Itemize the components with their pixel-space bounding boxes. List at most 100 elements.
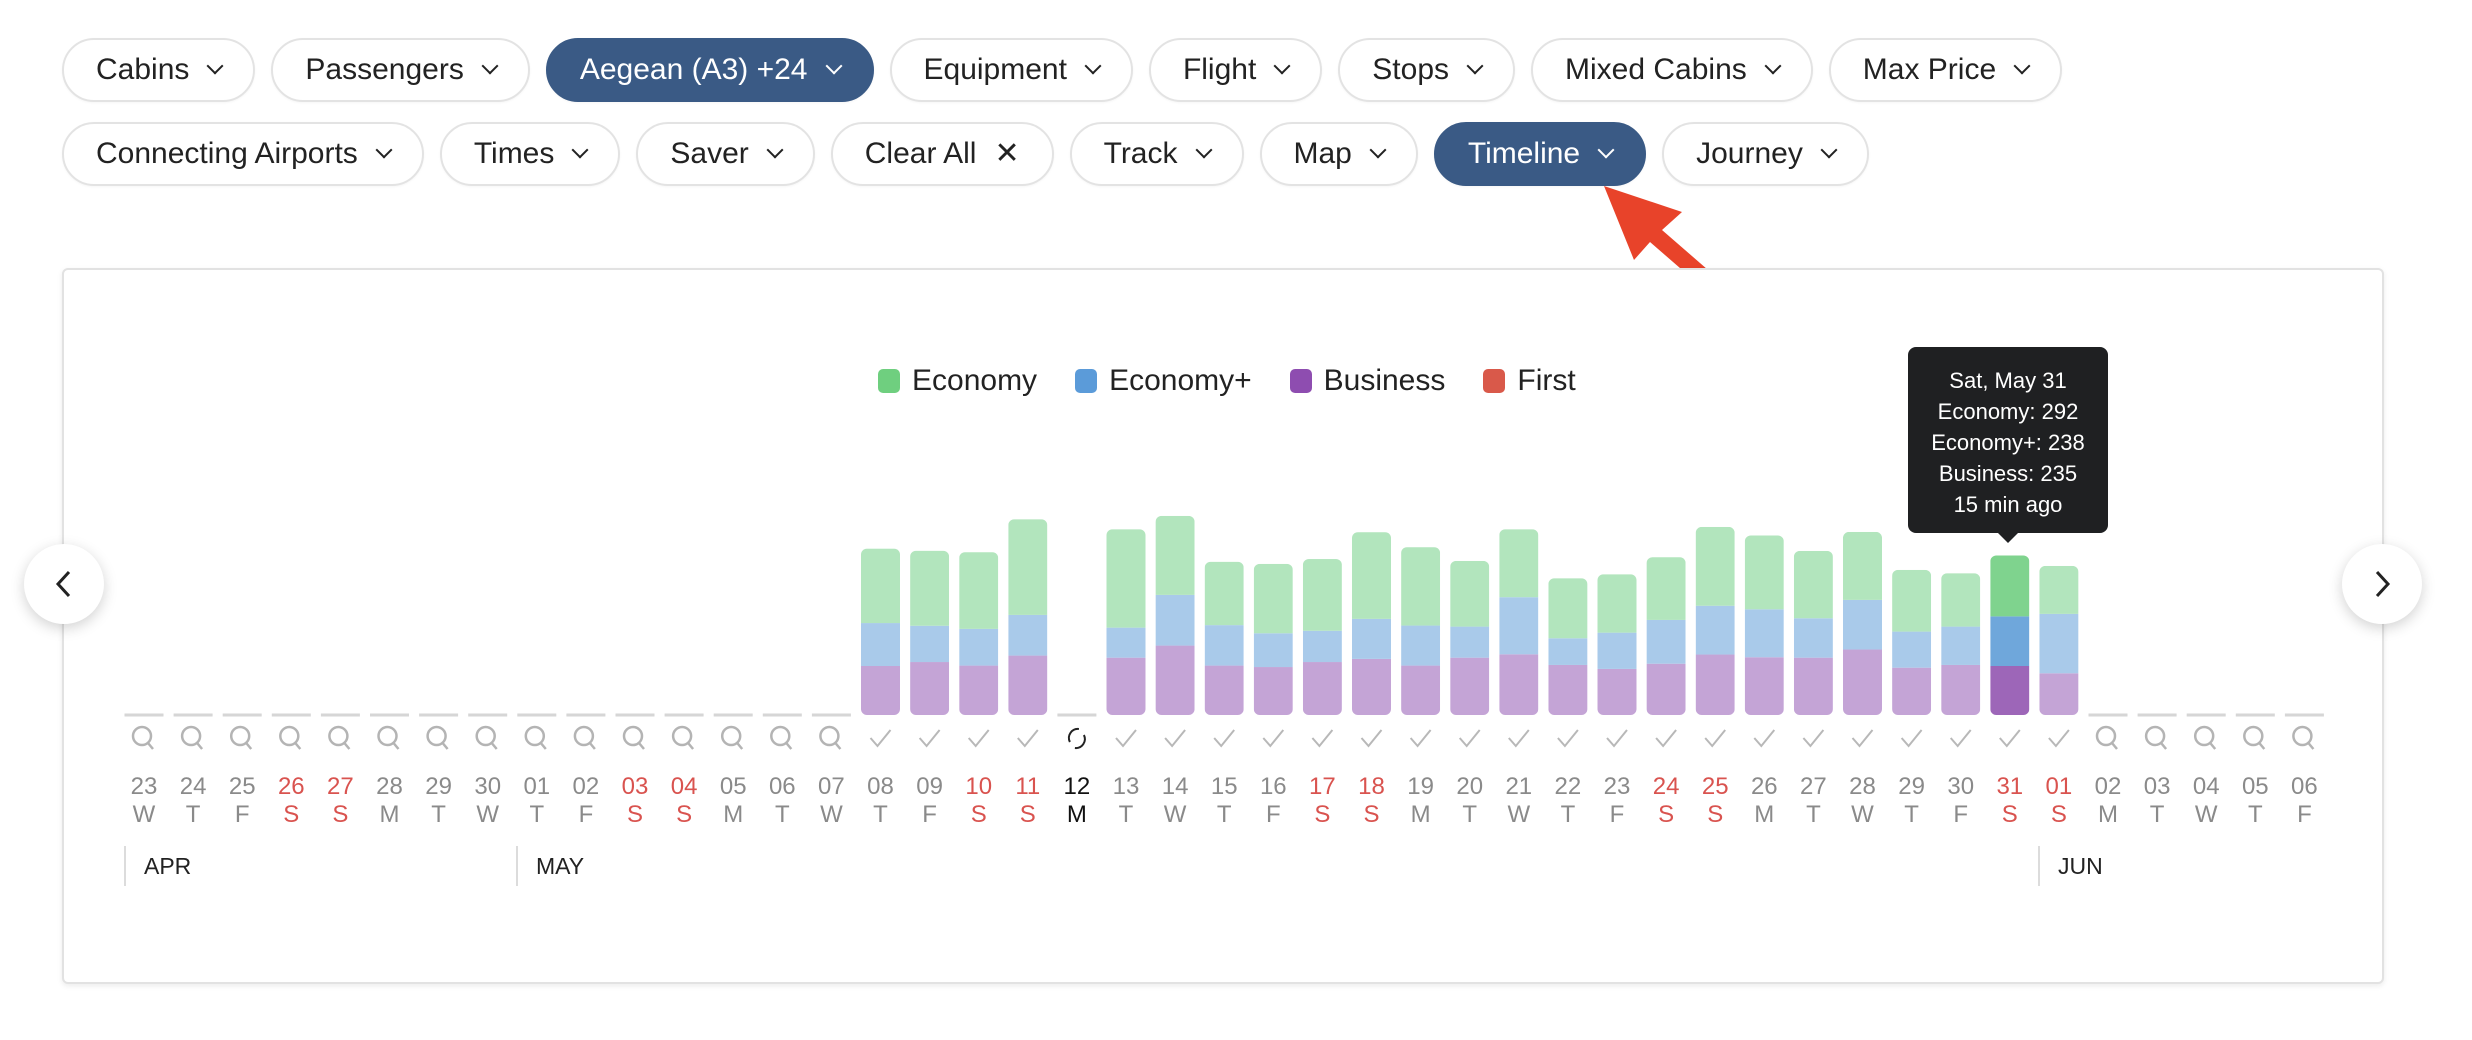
legend-business[interactable]: Business	[1289, 364, 1445, 398]
bar-stack[interactable]	[1646, 557, 1686, 715]
bar-segment-economy[interactable]	[1253, 563, 1293, 634]
filter-saver-button[interactable]: Saver	[636, 122, 815, 186]
bar-segment-economy[interactable]	[1204, 561, 1244, 626]
bar-segment-economy-plus[interactable]	[1204, 625, 1244, 666]
bar-segment-business[interactable]	[1302, 662, 1342, 715]
bar-segment-business[interactable]	[910, 662, 950, 715]
bar-stack[interactable]	[1008, 519, 1048, 715]
bar-stack[interactable]	[1352, 532, 1391, 715]
filter-aegean-a3-24-button[interactable]: Aegean (A3) +24	[545, 38, 874, 102]
bar-stack[interactable]	[2039, 565, 2079, 715]
bar-stack[interactable]	[1843, 531, 1882, 715]
bar-segment-business[interactable]	[1106, 657, 1146, 715]
bar-segment-business[interactable]	[2039, 673, 2079, 715]
bar-segment-business[interactable]	[861, 666, 900, 715]
bar-segment-economy[interactable]	[959, 552, 999, 629]
bar-stack[interactable]	[1253, 563, 1293, 715]
bar-segment-business[interactable]	[1352, 658, 1391, 715]
bar-stack[interactable]	[910, 550, 950, 715]
bar-segment-economy-plus[interactable]	[1843, 599, 1882, 650]
bar-segment-economy-plus[interactable]	[1302, 630, 1342, 663]
previous-button[interactable]	[24, 544, 104, 624]
bar-segment-economy-plus[interactable]	[1990, 616, 2030, 667]
bar-stack[interactable]	[1941, 573, 1981, 715]
filter-times-button[interactable]: Times	[439, 122, 621, 186]
bar-segment-economy-plus[interactable]	[1548, 638, 1588, 665]
bar-segment-economy-plus[interactable]	[1401, 625, 1441, 666]
bar-segment-economy[interactable]	[1499, 529, 1539, 598]
bar-segment-economy[interactable]	[1892, 569, 1932, 632]
legend-economy-plus[interactable]: Economy+	[1075, 364, 1252, 398]
bar-segment-economy[interactable]	[1008, 519, 1048, 615]
filter-journey-button[interactable]: Journey	[1662, 122, 1869, 186]
filter-connecting-airports-button[interactable]: Connecting Airports	[62, 122, 424, 186]
bar-segment-economy[interactable]	[1450, 560, 1490, 627]
bar-segment-economy[interactable]	[1401, 547, 1441, 626]
filter-mixed-cabins-button[interactable]: Mixed Cabins	[1531, 38, 1813, 102]
filter-clear-all-button[interactable]: Clear All ✕	[830, 122, 1054, 186]
bar-segment-business[interactable]	[1646, 663, 1686, 715]
bar-stack[interactable]	[1793, 550, 1833, 715]
bar-segment-economy[interactable]	[1548, 578, 1588, 639]
bar-segment-economy-plus[interactable]	[1646, 619, 1686, 664]
filter-passengers-button[interactable]: Passengers	[271, 38, 530, 102]
bar-segment-economy-plus[interactable]	[1352, 618, 1391, 659]
bar-segment-business[interactable]	[1548, 664, 1588, 715]
bar-segment-business[interactable]	[1892, 667, 1932, 715]
bar-segment-economy[interactable]	[1597, 574, 1637, 633]
bar-segment-economy-plus[interactable]	[1892, 631, 1932, 668]
bar-segment-business[interactable]	[1204, 665, 1244, 715]
bar-stack[interactable]	[861, 548, 900, 715]
bar-stack[interactable]	[1990, 555, 2030, 715]
bar-segment-business[interactable]	[1597, 668, 1637, 715]
legend-first[interactable]: First	[1483, 364, 1576, 398]
bar-stack[interactable]	[1106, 529, 1146, 715]
bar-segment-economy[interactable]	[1744, 535, 1784, 610]
bar-segment-economy-plus[interactable]	[1793, 618, 1833, 658]
bar-segment-economy-plus[interactable]	[1450, 626, 1490, 658]
next-button[interactable]	[2342, 544, 2422, 624]
bar-segment-economy-plus[interactable]	[1695, 605, 1735, 655]
bar-segment-economy-plus[interactable]	[2039, 613, 2079, 674]
bar-segment-economy[interactable]	[1155, 515, 1195, 595]
bar-segment-economy[interactable]	[1646, 557, 1686, 620]
bar-segment-economy-plus[interactable]	[1499, 597, 1539, 655]
bar-stack[interactable]	[959, 552, 999, 715]
filter-timeline-button[interactable]: Timeline	[1433, 122, 1647, 186]
filter-map-button[interactable]: Map	[1259, 122, 1418, 186]
legend-economy[interactable]: Economy	[878, 364, 1037, 398]
bar-segment-economy[interactable]	[1302, 559, 1342, 631]
bar-segment-business[interactable]	[959, 665, 999, 715]
bar-segment-economy-plus[interactable]	[861, 623, 900, 667]
bar-segment-economy-plus[interactable]	[1941, 626, 1981, 665]
bar-segment-business[interactable]	[1499, 654, 1539, 715]
bar-stack[interactable]	[1597, 574, 1637, 715]
bar-segment-business[interactable]	[1744, 657, 1784, 715]
bar-segment-economy[interactable]	[910, 550, 950, 626]
bar-stack[interactable]	[1155, 515, 1195, 715]
bar-segment-economy[interactable]	[1941, 573, 1981, 627]
filter-track-button[interactable]: Track	[1069, 122, 1244, 186]
bar-stack[interactable]	[1695, 526, 1735, 715]
bar-segment-economy[interactable]	[861, 548, 900, 624]
bar-segment-business[interactable]	[1253, 667, 1293, 715]
bar-stack[interactable]	[1499, 529, 1539, 715]
bar-segment-economy-plus[interactable]	[1597, 632, 1637, 669]
bar-stack[interactable]	[1548, 578, 1588, 715]
filter-cabins-button[interactable]: Cabins	[62, 38, 256, 102]
filter-max-price-button[interactable]: Max Price	[1828, 38, 2063, 102]
bar-segment-business[interactable]	[1155, 645, 1195, 715]
bar-segment-economy[interactable]	[1695, 526, 1735, 606]
bar-segment-economy[interactable]	[2039, 565, 2079, 614]
bar-segment-economy-plus[interactable]	[1253, 633, 1293, 668]
bar-segment-economy-plus[interactable]	[1744, 609, 1784, 658]
bar-segment-economy-plus[interactable]	[959, 628, 999, 666]
bar-stack[interactable]	[1401, 547, 1441, 715]
bar-segment-economy-plus[interactable]	[1106, 627, 1146, 658]
bar-segment-economy-plus[interactable]	[1155, 594, 1195, 646]
bar-stack[interactable]	[1302, 559, 1342, 715]
bar-segment-business[interactable]	[1941, 664, 1981, 715]
filter-equipment-button[interactable]: Equipment	[889, 38, 1133, 102]
bar-segment-economy[interactable]	[1106, 529, 1146, 628]
bar-stack[interactable]	[1744, 535, 1784, 715]
